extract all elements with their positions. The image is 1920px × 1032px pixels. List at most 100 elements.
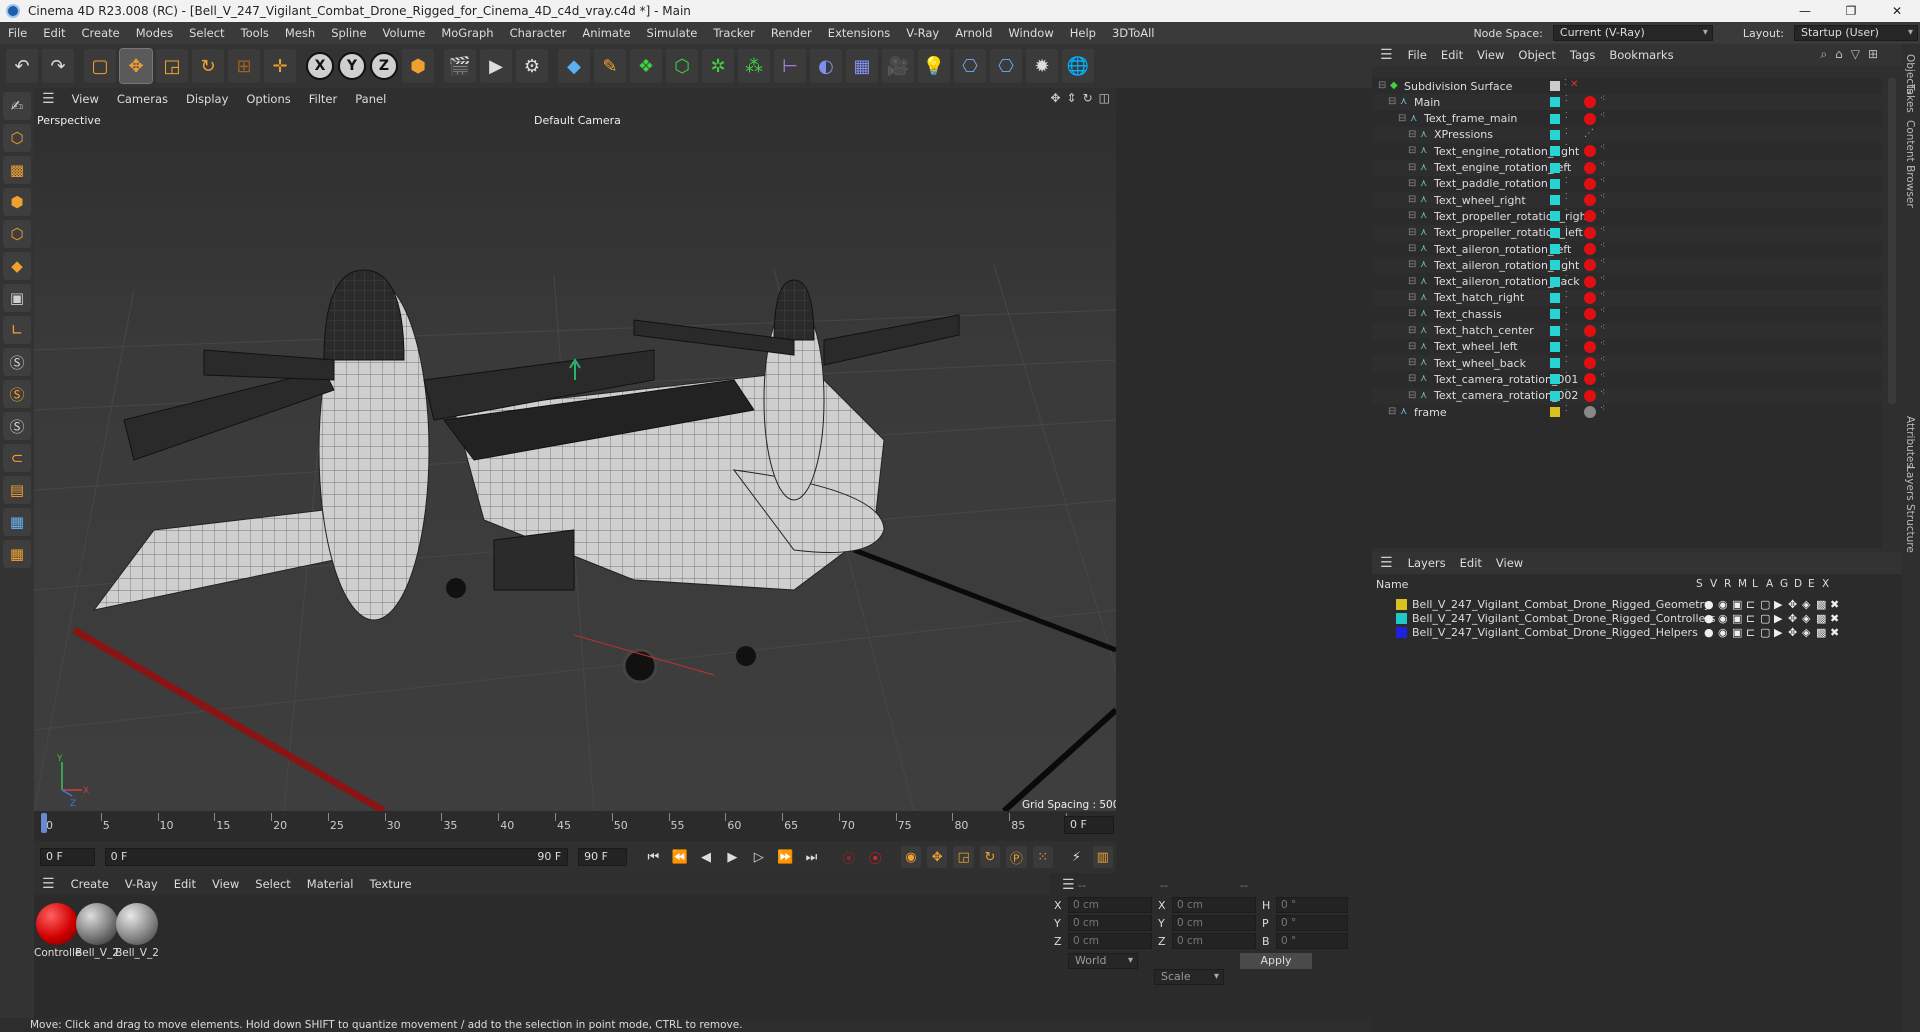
visibility-dots-icon[interactable]: ⁚ [1565, 160, 1568, 169]
expand-toggle-icon[interactable]: ⊟ [1388, 97, 1398, 107]
object-row[interactable]: ⊟ ⋏ Text_wheel_left ⁚ ⁖ [1372, 339, 1882, 355]
viewport-camera-label[interactable]: Default Camera [534, 114, 621, 127]
object-row[interactable]: ⊟ ⋏ Text_propeller_rotation_right ⁚ ⁖ [1372, 208, 1882, 224]
constraint-tag-icon[interactable]: ⁖ [1600, 257, 1605, 267]
object-menu-file[interactable]: File [1401, 48, 1434, 62]
material-menu-create[interactable]: Create [63, 877, 117, 891]
layer-menu-edit[interactable]: Edit [1453, 556, 1489, 570]
visibility-dots-icon[interactable]: ⁚ [1565, 176, 1568, 185]
workplane-icon[interactable]: ▤ [3, 476, 31, 504]
point-level-key-icon[interactable]: ⁙ [1032, 846, 1053, 868]
visibility-dots-icon[interactable]: ⁚ [1565, 323, 1568, 332]
layer-color-swatch[interactable] [1396, 599, 1407, 610]
position-key-icon[interactable]: ✥ [927, 846, 948, 868]
render-view-icon[interactable]: ▶ [480, 49, 512, 83]
recent-tools-icon[interactable]: ⊞ [228, 49, 260, 83]
manager-icon[interactable]: ⊏ [1746, 626, 1755, 639]
constraint-tag-icon[interactable]: ⁖ [1600, 404, 1605, 414]
visibility-dots-icon[interactable]: ⁚ [1565, 111, 1568, 120]
vtab-takes[interactable]: Takes [1904, 84, 1916, 113]
expand-toggle-icon[interactable]: ⊟ [1398, 113, 1408, 124]
visibility-dots-icon[interactable]: ⁚ [1565, 94, 1568, 103]
menu-animate[interactable]: Animate [574, 26, 638, 40]
expand-toggle-icon[interactable]: ⊟ [1408, 162, 1418, 173]
object-menu-view[interactable]: View [1470, 48, 1511, 62]
visibility-dots-icon[interactable]: ⁚ [1565, 257, 1568, 266]
layer-color-tag[interactable] [1550, 358, 1560, 369]
visibility-dots-icon[interactable]: ⁚ [1565, 306, 1568, 315]
expand-toggle-icon[interactable]: ⊟ [1408, 325, 1418, 336]
expand-toggle-icon[interactable]: ⊟ [1408, 292, 1418, 303]
menu-render[interactable]: Render [763, 26, 820, 40]
object-menu-object[interactable]: Object [1511, 48, 1562, 62]
render-icon[interactable]: ▣ [1732, 626, 1742, 639]
expand-toggle-icon[interactable]: ⊟ [1408, 146, 1418, 156]
snap-settings-icon[interactable]: Ⓢ [3, 380, 31, 408]
material-menu-material[interactable]: Material [299, 877, 362, 891]
menu-help[interactable]: Help [1062, 26, 1104, 40]
expand-toggle-icon[interactable]: ⊟ [1408, 390, 1418, 401]
object-row[interactable]: ⊟ ⋏ XPressions ⁚ ⋰ [1372, 126, 1882, 143]
object-row[interactable]: ⊟ ⋏ Text_aileron_rotation_left ⁚ ⁖ [1372, 241, 1882, 257]
material-tag-icon[interactable] [1584, 275, 1596, 288]
expand-toggle-icon[interactable]: ⊟ [1408, 276, 1418, 287]
object-row[interactable]: ⊟ ⋏ Text_frame_main ⁚ ⁖ [1372, 111, 1882, 127]
vtab-structure[interactable]: Structure [1904, 504, 1916, 553]
toggle-view-icon[interactable]: ◫ [1099, 91, 1110, 105]
constraint-tag-icon[interactable]: ⁖ [1600, 225, 1605, 235]
menu-3dtoall[interactable]: 3DToAll [1104, 26, 1163, 40]
material-tag-icon[interactable] [1584, 96, 1596, 109]
maximize-button[interactable]: ❐ [1828, 0, 1874, 22]
material-tag-icon[interactable] [1584, 291, 1596, 304]
layer-color-tag[interactable] [1550, 129, 1560, 140]
layer-row[interactable]: Bell_V_247_Vigilant_Combat_Drone_Rigged_… [1372, 624, 1882, 641]
go-to-start-icon[interactable]: ⏮ [643, 846, 663, 868]
close-button[interactable]: ✕ [1874, 0, 1920, 22]
spline-icon[interactable]: ◐ [810, 49, 842, 83]
viewport-menu-cameras[interactable]: Cameras [108, 92, 177, 106]
visibility-dots-icon[interactable]: ⁚ [1564, 78, 1567, 87]
layer-menu-view[interactable]: View [1489, 556, 1530, 570]
solo-dot-icon[interactable]: ● [1704, 626, 1714, 639]
menu-modes[interactable]: Modes [128, 26, 181, 40]
material-tag-icon[interactable] [1584, 243, 1596, 255]
constraint-tag-icon[interactable]: ⁖ [1600, 306, 1605, 316]
start-frame-field[interactable]: 0 F [40, 848, 95, 866]
constraint-tag-icon[interactable]: ⁖ [1600, 274, 1605, 284]
axis-mode-icon[interactable]: ∟ [3, 316, 31, 344]
expand-toggle-icon[interactable]: ⊟ [1388, 407, 1398, 417]
apply-button[interactable]: Apply [1240, 953, 1312, 969]
layer-color-tag[interactable] [1550, 227, 1560, 238]
layer-column-a[interactable]: A [1766, 578, 1774, 590]
undo-icon[interactable]: ↶ [6, 49, 38, 83]
quantize-icon[interactable]: Ⓢ [3, 412, 31, 440]
material-swatch[interactable]: Bell_V_2 [114, 903, 160, 959]
constraint-tag-icon[interactable]: ⁖ [1600, 192, 1605, 202]
object-row[interactable]: ⊟ ⋏ Text_chassis ⁚ ⁖ [1372, 306, 1882, 322]
menu-tools[interactable]: Tools [233, 26, 277, 40]
material-tag-icon[interactable] [1584, 389, 1596, 402]
pan-view-icon[interactable]: ✥ [1050, 91, 1060, 105]
deformer-icon[interactable]: ⁂ [738, 49, 770, 83]
object-row[interactable]: ⊟ ⋏ Text_camera_rotation_001 ⁚ ⁖ [1372, 371, 1882, 387]
extrude-icon[interactable]: ⬡ [666, 49, 698, 83]
menu-edit[interactable]: Edit [35, 26, 73, 40]
expand-toggle-icon[interactable]: ⊟ [1408, 341, 1418, 352]
material-tag-icon[interactable] [1584, 177, 1596, 190]
visibility-dots-icon[interactable]: ⁚ [1565, 371, 1568, 380]
constraint-tag-icon[interactable]: ⁖ [1600, 371, 1605, 381]
scale-tool-icon[interactable]: ◲ [156, 49, 188, 83]
constraint-tag-icon[interactable]: ⁖ [1600, 208, 1605, 218]
edges-mode-icon[interactable]: ⬡ [3, 220, 31, 248]
layer-color-swatch[interactable] [1396, 627, 1407, 638]
mograph-cloner-icon[interactable]: ✲ [702, 49, 734, 83]
z-axis-lock-icon[interactable]: Z [370, 52, 398, 80]
previous-key-icon[interactable]: ⏪ [669, 846, 689, 868]
field-icon[interactable]: ⊢ [774, 49, 806, 83]
live-selection-icon[interactable]: ▢ [84, 49, 116, 83]
next-key-icon[interactable]: ⏩ [775, 846, 795, 868]
layer-column-d[interactable]: D [1794, 578, 1802, 590]
parameter-key-icon[interactable]: Ⓟ [1006, 846, 1027, 868]
expand-toggle-icon[interactable]: ⊟ [1408, 358, 1418, 368]
material-tag-icon[interactable] [1584, 226, 1596, 239]
